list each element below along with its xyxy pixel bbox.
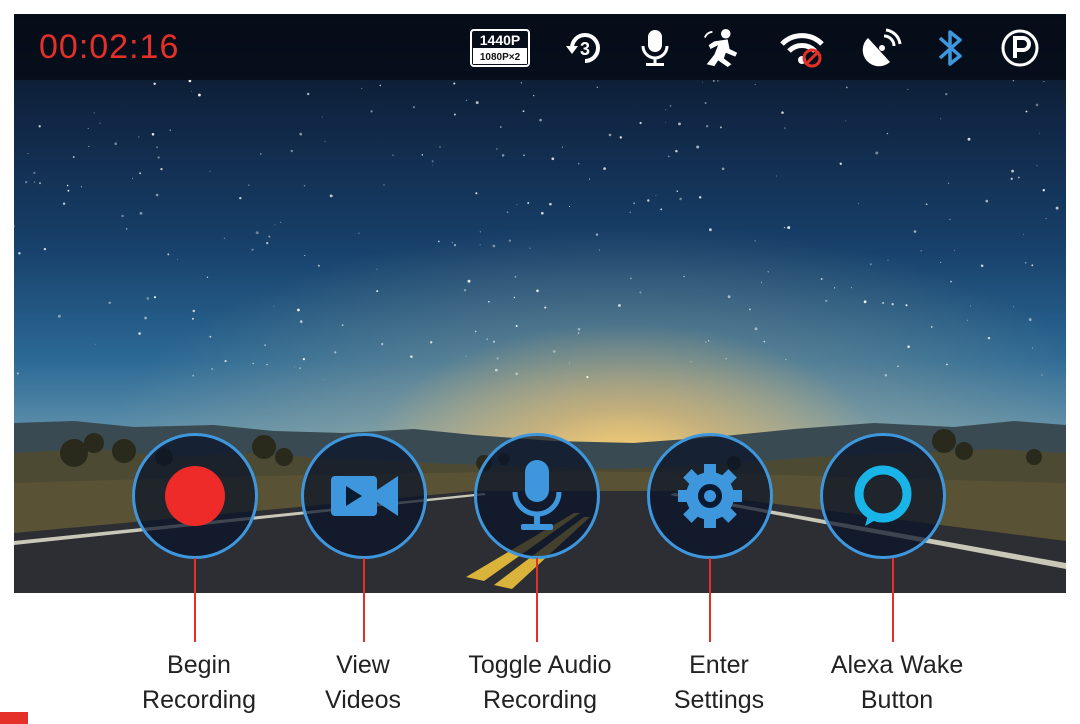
resolution-primary-text: 1440P bbox=[480, 32, 520, 48]
loop-recording-icon: 3 bbox=[566, 33, 600, 63]
view-videos-label: View Videos bbox=[325, 651, 401, 714]
recording-timer: 00:02:16 bbox=[39, 28, 180, 66]
alexa-ring-icon bbox=[854, 465, 912, 526]
video-camera-icon bbox=[331, 476, 398, 516]
toggle-audio-label: Toggle Audio Recording bbox=[468, 651, 612, 714]
parking-mode-icon bbox=[1001, 29, 1039, 67]
wifi-off-icon bbox=[780, 33, 824, 68]
resolution-badge-icon: 1440P 1080P×2 bbox=[470, 29, 530, 67]
gps-icon bbox=[862, 28, 902, 67]
microphone-icon bbox=[512, 460, 562, 530]
motion-detection-icon bbox=[703, 28, 738, 68]
enter-settings-label: Enter Settings bbox=[673, 651, 765, 714]
bluetooth-icon bbox=[938, 30, 962, 66]
enter-settings-button[interactable] bbox=[647, 433, 773, 559]
corner-accent bbox=[0, 712, 28, 724]
begin-recording-button[interactable] bbox=[132, 433, 258, 559]
leader-line bbox=[709, 558, 711, 642]
loop-minutes-text: 3 bbox=[580, 39, 590, 59]
view-videos-button[interactable] bbox=[301, 433, 427, 559]
leader-line bbox=[194, 558, 196, 642]
microphone-icon bbox=[641, 30, 669, 66]
leader-line bbox=[536, 558, 538, 642]
status-bar: 00:02:16 1440P 1080P×2 3 bbox=[14, 14, 1066, 80]
leader-line bbox=[363, 558, 365, 642]
gear-icon bbox=[678, 464, 742, 528]
record-dot-icon bbox=[165, 466, 225, 526]
toggle-audio-button[interactable] bbox=[474, 433, 600, 559]
alexa-wake-label: Alexa Wake Button bbox=[830, 651, 964, 714]
resolution-secondary-text: 1080P×2 bbox=[480, 52, 521, 63]
leader-line bbox=[892, 558, 894, 642]
alexa-wake-button[interactable] bbox=[820, 433, 946, 559]
